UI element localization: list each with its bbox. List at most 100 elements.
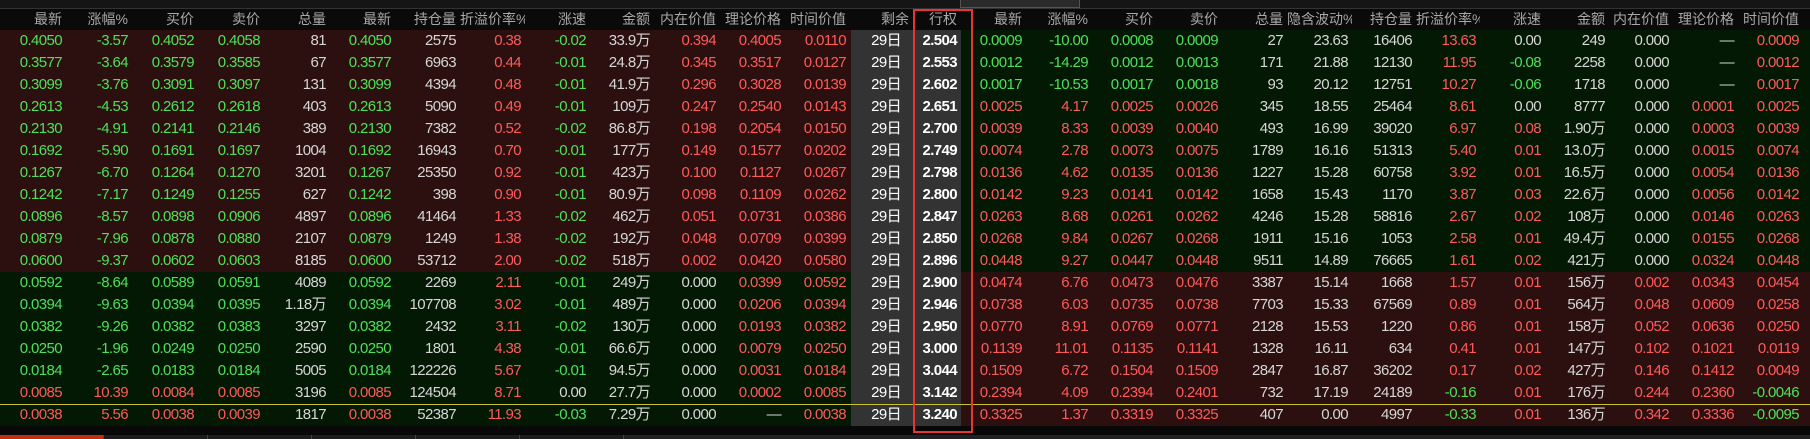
put-header-last[interactable]: 最新 [961,9,1026,30]
put-speed: 0.03 [1514,186,1541,203]
table-row[interactable]: 0.2130 -4.91 0.2141 0.2146 389 0.2130 7382 0.52… [0,118,1810,140]
put-bid: 0.0735 [1110,296,1154,313]
bottom-tab[interactable] [416,435,520,439]
call-last: 0.0592 [19,274,63,291]
call-volume: 1004 [295,142,327,159]
table-row[interactable]: 0.1267 -6.70 0.1264 0.1270 3201 0.1267 25350 0.… [0,162,1810,184]
call-time-value: 0.0139 [803,76,847,93]
call-time-value: 0.0143 [803,98,847,115]
call-header-last[interactable]: 最新 [0,9,66,30]
expiry-selector[interactable] [960,0,1080,8]
strike-price: 2.900 [922,274,957,291]
table-row[interactable]: 0.1692 -5.90 0.1691 0.1697 1004 0.1692 16943 0.… [0,140,1810,162]
put-ask: 0.0009 [1175,32,1219,49]
put-premium-rate: 10.27 [1441,76,1476,93]
call-intrinsic: 0.100 [681,164,716,181]
table-row[interactable]: 0.0382 -9.26 0.0382 0.0383 3297 0.0382 2432 3.1… [0,316,1810,338]
put-volume: 732 [1259,384,1284,401]
call-last2: 0.4050 [348,32,392,49]
put-header-premium-rate[interactable]: 折溢价率% [1416,9,1480,30]
call-theoretical: 0.0002 [738,384,782,401]
put-implied-vol: 17.19 [1313,384,1348,401]
call-header-speed[interactable]: 涨速 [525,9,590,30]
call-header-change-pct[interactable]: 涨幅% [66,9,132,30]
put-amount: 13.0万 [1563,142,1606,159]
put-header-volume[interactable]: 总量 [1222,9,1287,30]
call-last: 0.0879 [19,230,63,247]
table-row[interactable]: 0.1242 -7.17 0.1249 0.1255 627 0.1242 398 0.90 -… [0,184,1810,206]
put-volume: 27 [1267,32,1284,49]
table-row[interactable]: 0.2613 -4.53 0.2612 0.2618 403 0.2613 5090 0.49… [0,96,1810,118]
table-row[interactable]: 0.0085 10.39 0.0084 0.0085 3196 0.0085 124504 8… [0,382,1810,404]
bottom-tab[interactable] [312,435,416,439]
put-open-interest: 634 [1388,340,1413,357]
table-row[interactable]: 0.0038 5.56 0.0038 0.0039 1817 0.0038 52387 11.… [0,404,1810,426]
table-row[interactable]: 0.0184 -2.65 0.0183 0.0184 5005 0.0184 122226 5… [0,360,1810,382]
table-row[interactable]: 0.0592 -8.64 0.0589 0.0591 4089 0.0592 2269 2.1… [0,272,1810,294]
call-volume: 3297 [295,318,327,335]
put-ask: 0.1509 [1175,362,1219,379]
call-time-value: 0.0382 [803,318,847,335]
strike-price: 3.044 [922,362,957,379]
call-bid: 0.0249 [151,340,195,357]
put-bid: 0.1504 [1110,362,1154,379]
call-speed: -0.01 [554,76,587,93]
call-intrinsic: 0.000 [681,274,716,291]
put-theoretical: 0.0054 [1691,164,1735,181]
put-theoretical: 0.0056 [1691,186,1735,203]
table-row[interactable]: 0.3577 -3.64 0.3579 0.3585 67 0.3577 6963 0.44 -… [0,52,1810,74]
table-row[interactable]: 0.4050 -3.57 0.4052 0.4058 81 0.4050 2575 0.38 -… [0,30,1810,52]
put-header-theoretical[interactable]: 理论价格 [1673,9,1738,30]
put-header-bid[interactable]: 买价 [1092,9,1157,30]
bottom-tab[interactable] [208,435,312,439]
put-ask: 0.0448 [1175,252,1219,269]
call-open-interest: 1249 [425,230,457,247]
put-bid: 0.2394 [1110,384,1154,401]
put-intrinsic: 0.000 [1634,230,1669,247]
put-amount: 108万 [1567,208,1605,225]
call-header-premium-rate[interactable]: 折溢价率% [460,9,525,30]
put-open-interest: 12751 [1373,76,1412,93]
call-header-bid[interactable]: 买价 [132,9,198,30]
table-row[interactable]: 0.0600 -9.37 0.0602 0.0603 8185 0.0600 53712 2.… [0,250,1810,272]
put-header-intrinsic[interactable]: 内在价值 [1609,9,1673,30]
put-header-time-value[interactable]: 时间价值 [1738,9,1803,30]
bottom-tab[interactable] [0,435,104,439]
table-row[interactable]: 0.0250 -1.96 0.0249 0.0250 2590 0.0250 1801 4.3… [0,338,1810,360]
call-header-volume[interactable]: 总量 [264,9,330,30]
call-theoretical: 0.0079 [738,340,782,357]
put-speed: -0.06 [1509,76,1542,93]
call-header-theoretical[interactable]: 理论价格 [720,9,785,30]
bottom-tab[interactable] [520,435,624,439]
put-bid: 0.0141 [1110,186,1154,203]
put-theoretical: 0.0155 [1691,230,1735,247]
header-strike[interactable]: 行权 [913,9,961,30]
table-row[interactable]: 0.0394 -9.63 0.0394 0.0395 1.18万 0.0394 107708… [0,294,1810,316]
table-row[interactable]: 0.0879 -7.96 0.0878 0.0880 2107 0.0879 1249 1.3… [0,228,1810,250]
call-open-interest: 16943 [417,142,456,159]
call-header-open-interest[interactable]: 持仓量 [395,9,460,30]
call-header-amount[interactable]: 金额 [590,9,654,30]
call-header-ask[interactable]: 卖价 [198,9,264,30]
put-header-implied-vol[interactable]: 隐含波动% [1287,9,1352,30]
put-header-amount[interactable]: 金额 [1545,9,1609,30]
put-premium-rate: 1.57 [1449,274,1476,291]
put-speed: 0.01 [1514,318,1541,335]
put-header-open-interest[interactable]: 持仓量 [1352,9,1416,30]
call-header-last2[interactable]: 最新 [330,9,395,30]
table-row[interactable]: 0.0896 -8.57 0.0898 0.0906 4897 0.0896 41464 1.… [0,206,1810,228]
put-theoretical: 0.0015 [1691,142,1735,159]
call-speed: -0.01 [554,186,587,203]
call-header-time-value[interactable]: 时间价值 [785,9,850,30]
call-bid: 0.0382 [151,318,195,335]
put-header-change-pct[interactable]: 涨幅% [1026,9,1092,30]
put-time-value: -0.0095 [1752,406,1799,423]
header-remaining[interactable]: 剩余 [851,9,913,30]
put-header-ask[interactable]: 卖价 [1157,9,1222,30]
put-header-speed[interactable]: 涨速 [1480,9,1545,30]
bottom-tab[interactable] [104,435,208,439]
call-header-intrinsic[interactable]: 内在价值 [654,9,720,30]
call-premium-rate: 1.33 [494,208,521,225]
days-remaining: 29日 [871,54,901,71]
table-row[interactable]: 0.3099 -3.76 0.3091 0.3097 131 0.3099 4394 0.48… [0,74,1810,96]
